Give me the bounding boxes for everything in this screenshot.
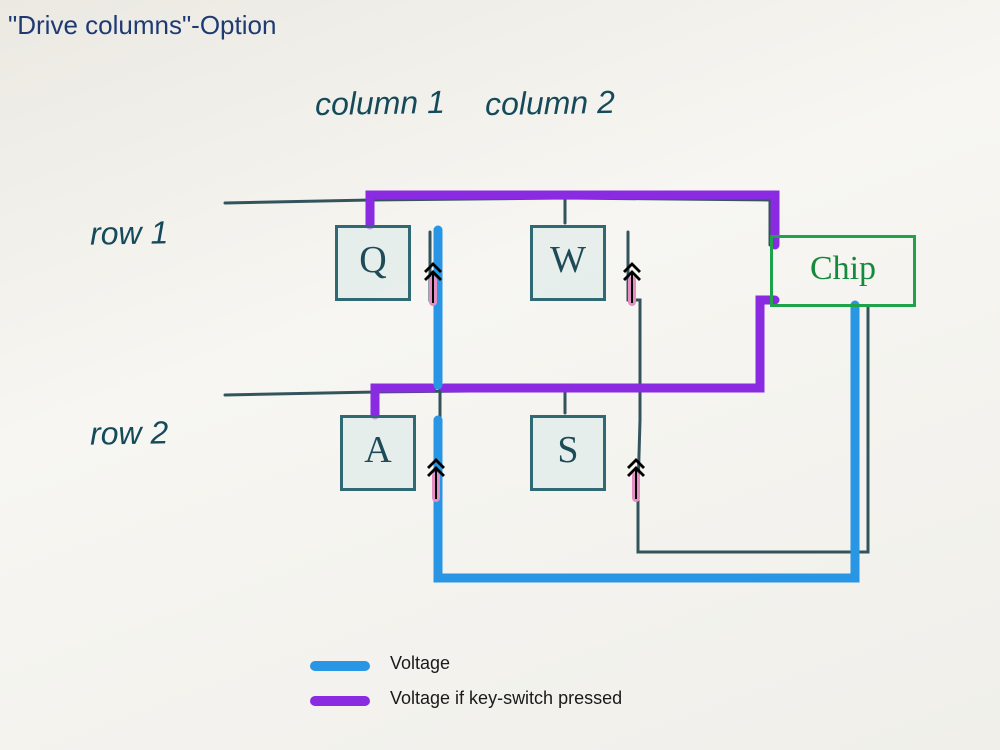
legend-swatch-voltage	[310, 661, 370, 671]
page-title: "Drive columns"-Option	[8, 10, 276, 41]
key-s: S	[530, 415, 606, 491]
label-column-1: column 1	[315, 84, 445, 123]
chip-box: Chip	[770, 235, 916, 307]
diagram-canvas: "Drive columns"-Option column 1 column 2…	[0, 0, 1000, 750]
label-row-2: row 2	[90, 414, 169, 452]
key-a: A	[340, 415, 416, 491]
legend-label-voltage-pressed: Voltage if key-switch pressed	[390, 688, 622, 709]
label-row-1: row 1	[90, 214, 169, 252]
key-w: W	[530, 225, 606, 301]
label-column-2: column 2	[485, 84, 615, 123]
legend-swatch-voltage-pressed	[310, 696, 370, 706]
legend-label-voltage: Voltage	[390, 653, 450, 674]
key-q: Q	[335, 225, 411, 301]
